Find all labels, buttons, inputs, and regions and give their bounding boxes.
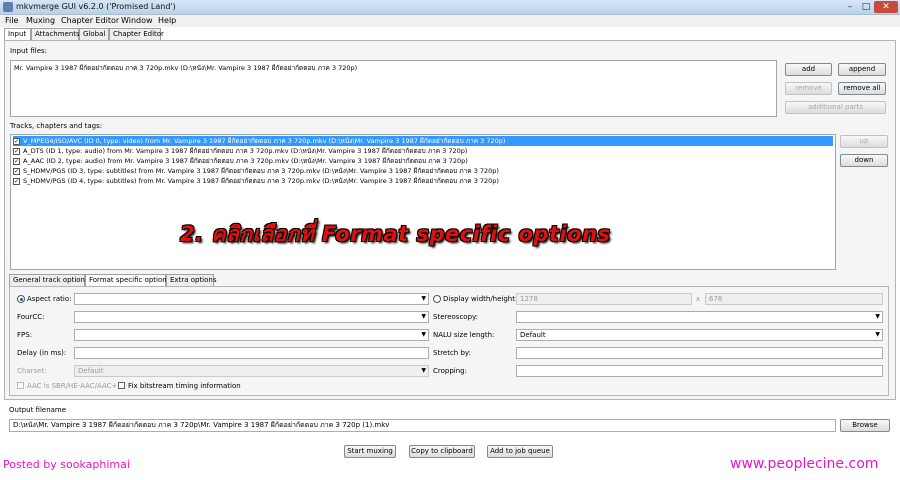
nalu-select[interactable]: Default ▼ bbox=[516, 329, 883, 341]
track-label: V_MPEG4/ISO/AVC (ID 0, type: video) from… bbox=[23, 137, 506, 145]
menu-file[interactable]: File bbox=[5, 16, 18, 25]
chevron-down-icon: ▼ bbox=[875, 313, 880, 320]
delay-label: Delay (in ms): bbox=[17, 349, 67, 357]
fix-bitstream-label: Fix bitstream timing information bbox=[128, 382, 241, 390]
fps-label: FPS: bbox=[17, 331, 33, 339]
fps-select[interactable]: ▼ bbox=[74, 329, 429, 341]
track-row[interactable]: ✓ V_MPEG4/ISO/AVC (ID 0, type: video) fro… bbox=[13, 136, 833, 146]
track-checkbox[interactable]: ✓ bbox=[13, 137, 20, 145]
track-label: A_DTS (ID 1, type: audio) from Mr. Vampi… bbox=[23, 147, 468, 155]
track-label: S_HDMV/PGS (ID 3, type: subtitles) from … bbox=[23, 167, 499, 175]
add-button[interactable]: add bbox=[785, 63, 832, 76]
close-icon[interactable]: ✕ bbox=[874, 1, 898, 13]
nalu-label: NALU size length: bbox=[433, 331, 495, 339]
track-row[interactable]: ✓ S_HDMV/PGS (ID 3, type: subtitles) from… bbox=[13, 166, 833, 176]
stretch-label: Stretch by: bbox=[433, 349, 471, 357]
menu-bar: File Muxing Chapter Editor Window Help bbox=[0, 15, 900, 27]
watermark-poster: Posted by sookaphimai bbox=[3, 458, 130, 471]
delay-input[interactable] bbox=[74, 347, 429, 359]
remove-all-button[interactable]: remove all bbox=[838, 82, 886, 95]
track-checkbox[interactable]: ✓ bbox=[13, 177, 20, 185]
stereoscopy-select[interactable]: ▼ bbox=[516, 311, 883, 323]
aspect-ratio-radio[interactable] bbox=[17, 295, 25, 303]
track-row[interactable]: ✓ A_AAC (ID 2, type: audio) from Mr. Vamp… bbox=[13, 156, 833, 166]
cropping-input[interactable] bbox=[516, 365, 883, 377]
cropping-label: Cropping: bbox=[433, 367, 467, 375]
input-files-list[interactable]: Mr. Vampire 3 1987 ผีกัดอย่ากัดตอบ ภาค 3… bbox=[10, 60, 777, 117]
app-icon bbox=[3, 2, 13, 12]
additional-parts-button[interactable]: additional parts bbox=[785, 101, 886, 114]
title-bar: mkvmerge GUI v6.2.0 ('Promised Land') – … bbox=[0, 0, 900, 15]
tracks-label: Tracks, chapters and tags: bbox=[10, 122, 103, 130]
minimize-icon[interactable]: – bbox=[842, 1, 858, 13]
input-file-item[interactable]: Mr. Vampire 3 1987 ผีกัดอย่ากัดตอบ ภาค 3… bbox=[14, 63, 357, 73]
tab-extra-options[interactable]: Extra options bbox=[166, 274, 216, 286]
track-checkbox[interactable]: ✓ bbox=[13, 167, 20, 175]
track-label: A_AAC (ID 2, type: audio) from Mr. Vampi… bbox=[23, 157, 468, 165]
display-height-input[interactable]: 678 bbox=[705, 293, 883, 305]
display-width-input[interactable]: 1278 bbox=[516, 293, 692, 305]
tab-global[interactable]: Global bbox=[79, 28, 109, 40]
output-filename-input[interactable]: D:\หนัง\Mr. Vampire 3 1987 ผีกัดอย่ากัดต… bbox=[9, 419, 836, 432]
aspect-ratio-label: Aspect ratio: bbox=[27, 295, 72, 303]
fourcc-select[interactable]: ▼ bbox=[74, 311, 429, 323]
fourcc-label: FourCC: bbox=[17, 313, 45, 321]
chevron-down-icon: ▼ bbox=[421, 295, 426, 302]
annotation-text: 2. คลิกเลือกที่ Format specific options bbox=[180, 222, 611, 246]
input-files-label: Input files: bbox=[10, 47, 48, 55]
maximize-icon[interactable]: □ bbox=[858, 1, 874, 13]
down-button[interactable]: down bbox=[840, 154, 888, 167]
remove-button[interactable]: remove bbox=[785, 82, 832, 95]
fix-bitstream-checkbox[interactable] bbox=[118, 382, 125, 389]
track-row[interactable]: ✓ S_HDMV/PGS (ID 4, type: subtitles) from… bbox=[13, 176, 833, 186]
aspect-ratio-select[interactable]: ▼ bbox=[74, 293, 429, 305]
track-row[interactable]: ✓ A_DTS (ID 1, type: audio) from Mr. Vamp… bbox=[13, 146, 833, 156]
display-wh-radio[interactable] bbox=[433, 295, 441, 303]
charset-select[interactable]: Default ▼ bbox=[74, 365, 429, 377]
charset-value: Default bbox=[78, 367, 104, 375]
display-separator: x bbox=[696, 295, 701, 303]
window-title: mkvmerge GUI v6.2.0 ('Promised Land') bbox=[16, 2, 176, 11]
menu-window[interactable]: Window bbox=[121, 16, 153, 25]
track-checkbox[interactable]: ✓ bbox=[13, 147, 20, 155]
browse-button[interactable]: Browse bbox=[840, 419, 890, 432]
tab-attachments[interactable]: Attachments bbox=[31, 28, 80, 40]
tab-chapter-editor[interactable]: Chapter Editor bbox=[109, 28, 164, 40]
append-button[interactable]: append bbox=[838, 63, 886, 76]
add-to-job-queue-button[interactable]: Add to job queue bbox=[487, 445, 553, 458]
charset-label: Charset: bbox=[17, 367, 47, 375]
chevron-down-icon: ▼ bbox=[421, 331, 426, 338]
watermark-site: www.peoplecine.com bbox=[730, 456, 879, 472]
stereoscopy-label: Stereoscopy: bbox=[433, 313, 479, 321]
stretch-input[interactable] bbox=[516, 347, 883, 359]
tab-general-track-options[interactable]: General track options bbox=[9, 274, 89, 286]
aac-sbr-label: AAC is SBR/HE-AAC/AAC+ bbox=[27, 382, 118, 390]
output-filename-label: Output filename bbox=[9, 406, 67, 414]
copy-to-clipboard-button[interactable]: Copy to clipboard bbox=[409, 445, 475, 458]
chevron-down-icon: ▼ bbox=[421, 313, 426, 320]
up-button[interactable]: up bbox=[840, 135, 888, 148]
display-wh-label: Display width/height: bbox=[443, 295, 518, 303]
aac-sbr-checkbox[interactable] bbox=[17, 382, 24, 389]
menu-chapter-editor[interactable]: Chapter Editor bbox=[61, 16, 119, 25]
menu-help[interactable]: Help bbox=[158, 16, 176, 25]
chevron-down-icon: ▼ bbox=[421, 367, 426, 374]
chevron-down-icon: ▼ bbox=[875, 331, 880, 338]
start-muxing-button[interactable]: Start muxing bbox=[344, 445, 396, 458]
menu-muxing[interactable]: Muxing bbox=[26, 16, 55, 25]
nalu-value: Default bbox=[520, 331, 546, 339]
track-label: S_HDMV/PGS (ID 4, type: subtitles) from … bbox=[23, 177, 499, 185]
track-checkbox[interactable]: ✓ bbox=[13, 157, 20, 165]
